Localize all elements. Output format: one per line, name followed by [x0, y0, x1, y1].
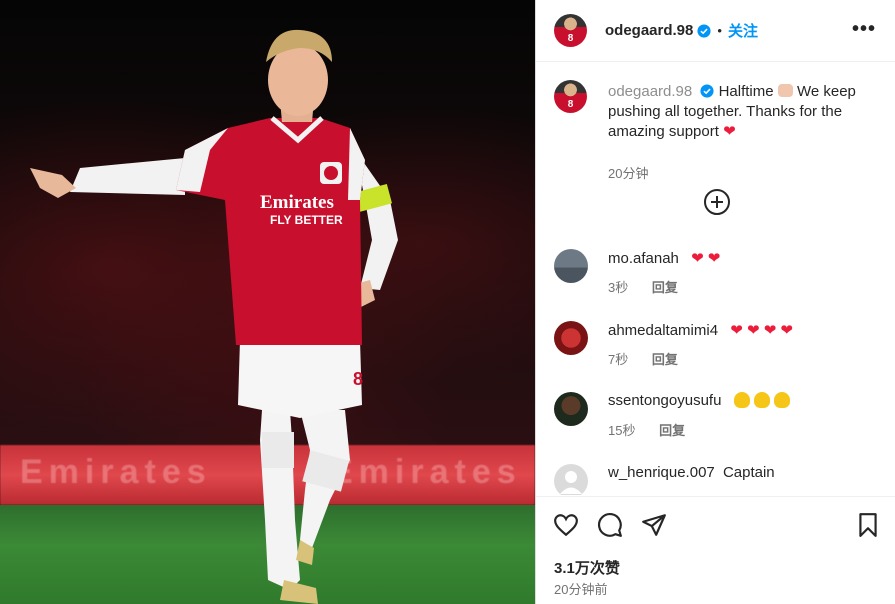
comment-username[interactable]: ssentongoyusufu	[608, 392, 721, 409]
clap-emoji-icon	[773, 392, 790, 408]
comment-avatar[interactable]	[554, 321, 588, 355]
default-avatar-icon	[560, 471, 582, 494]
comment-item: ssentongoyusufu 15秒 回复	[554, 392, 884, 442]
caption-text: odegaard.98 Halftime We keep pushing all…	[608, 82, 878, 142]
comment-item: ahmedaltamimi4 ❤ ❤ ❤ ❤ 7秒 回复	[554, 321, 884, 371]
save-icon[interactable]	[855, 512, 881, 538]
post-footer: 3.1万次赞 20分钟前	[536, 496, 895, 604]
caption-time: 20分钟	[608, 166, 649, 181]
fist-emoji-icon	[777, 84, 793, 97]
comment-time: 3秒	[608, 280, 629, 295]
verified-icon	[697, 23, 711, 38]
comment-text: Captain	[722, 464, 775, 481]
caption-avatar[interactable]: 8	[554, 80, 587, 113]
comment-time: 7秒	[608, 352, 629, 367]
clap-emoji-icon	[733, 392, 750, 408]
comment-meta: 7秒 回复	[608, 349, 678, 368]
jersey-slogan: FLY BETTER	[270, 213, 343, 227]
comment-meta: 3秒 回复	[608, 277, 678, 296]
like-icon[interactable]	[553, 512, 579, 538]
comment-body: ssentongoyusufu	[608, 392, 794, 409]
comment-avatar[interactable]	[554, 392, 588, 426]
header-username[interactable]: odegaard.98	[605, 22, 693, 39]
verified-icon	[700, 84, 714, 98]
comment-avatar[interactable]	[554, 249, 588, 283]
action-bar	[553, 512, 883, 540]
comment-body: w_henrique.007 Captain	[608, 464, 775, 481]
add-comment-icon[interactable]	[704, 189, 730, 215]
comment-time: 15秒	[608, 423, 636, 438]
comment-username[interactable]: w_henrique.007	[608, 464, 715, 481]
comment-body: mo.afanah ❤ ❤	[608, 249, 720, 267]
heart-emoji-icon: ❤	[723, 123, 736, 140]
caption-text-before: Halftime	[718, 83, 774, 100]
comment-username[interactable]: mo.afanah	[608, 250, 679, 267]
comment-icon[interactable]	[597, 512, 623, 538]
avatar[interactable]: 8	[554, 14, 587, 47]
share-icon[interactable]	[641, 512, 667, 538]
comment-item: mo.afanah ❤ ❤ 3秒 回复	[554, 249, 884, 299]
post-panel: 8 odegaard.98 • 关注 ••• 8 odegaard.98 Hal…	[535, 0, 895, 604]
heart-emoji-icon: ❤ ❤ ❤ ❤	[730, 322, 793, 339]
follow-button[interactable]: 关注	[728, 20, 758, 41]
jersey-sponsor: Emirates	[260, 192, 334, 213]
comments-scroll-area[interactable]: 8 odegaard.98 Halftime We keep pushing a…	[536, 63, 895, 495]
clap-emoji-icon	[753, 392, 770, 408]
comment-item: w_henrique.007 Captain 1秒 回复	[554, 464, 884, 495]
separator-dot: •	[717, 23, 722, 38]
reply-button[interactable]: 回复	[659, 423, 685, 438]
comment-meta: 15秒 回复	[608, 420, 685, 439]
more-icon[interactable]: •••	[852, 18, 876, 41]
comment-avatar[interactable]	[554, 464, 588, 495]
caption-username[interactable]: odegaard.98	[608, 83, 692, 100]
like-count[interactable]: 3.1万次赞	[554, 557, 620, 578]
comment-username[interactable]: ahmedaltamimi4	[608, 322, 718, 339]
player-illustration: 8 Emirates FLY BETTER	[30, 29, 398, 604]
comment-meta: 1秒 回复	[608, 492, 678, 495]
clap-emoji-group	[733, 392, 794, 409]
reply-button[interactable]: 回复	[652, 352, 678, 367]
reply-button[interactable]: 回复	[652, 280, 678, 295]
post-photo[interactable]: Emirates Emirates 8 Emirates FLY BETTER	[0, 0, 535, 604]
heart-emoji-icon: ❤ ❤	[691, 250, 721, 267]
post-header: 8 odegaard.98 • 关注 •••	[536, 0, 895, 62]
comment-body: ahmedaltamimi4 ❤ ❤ ❤ ❤	[608, 321, 793, 339]
post-time: 20分钟前	[554, 582, 608, 597]
svg-text:8: 8	[353, 369, 363, 389]
